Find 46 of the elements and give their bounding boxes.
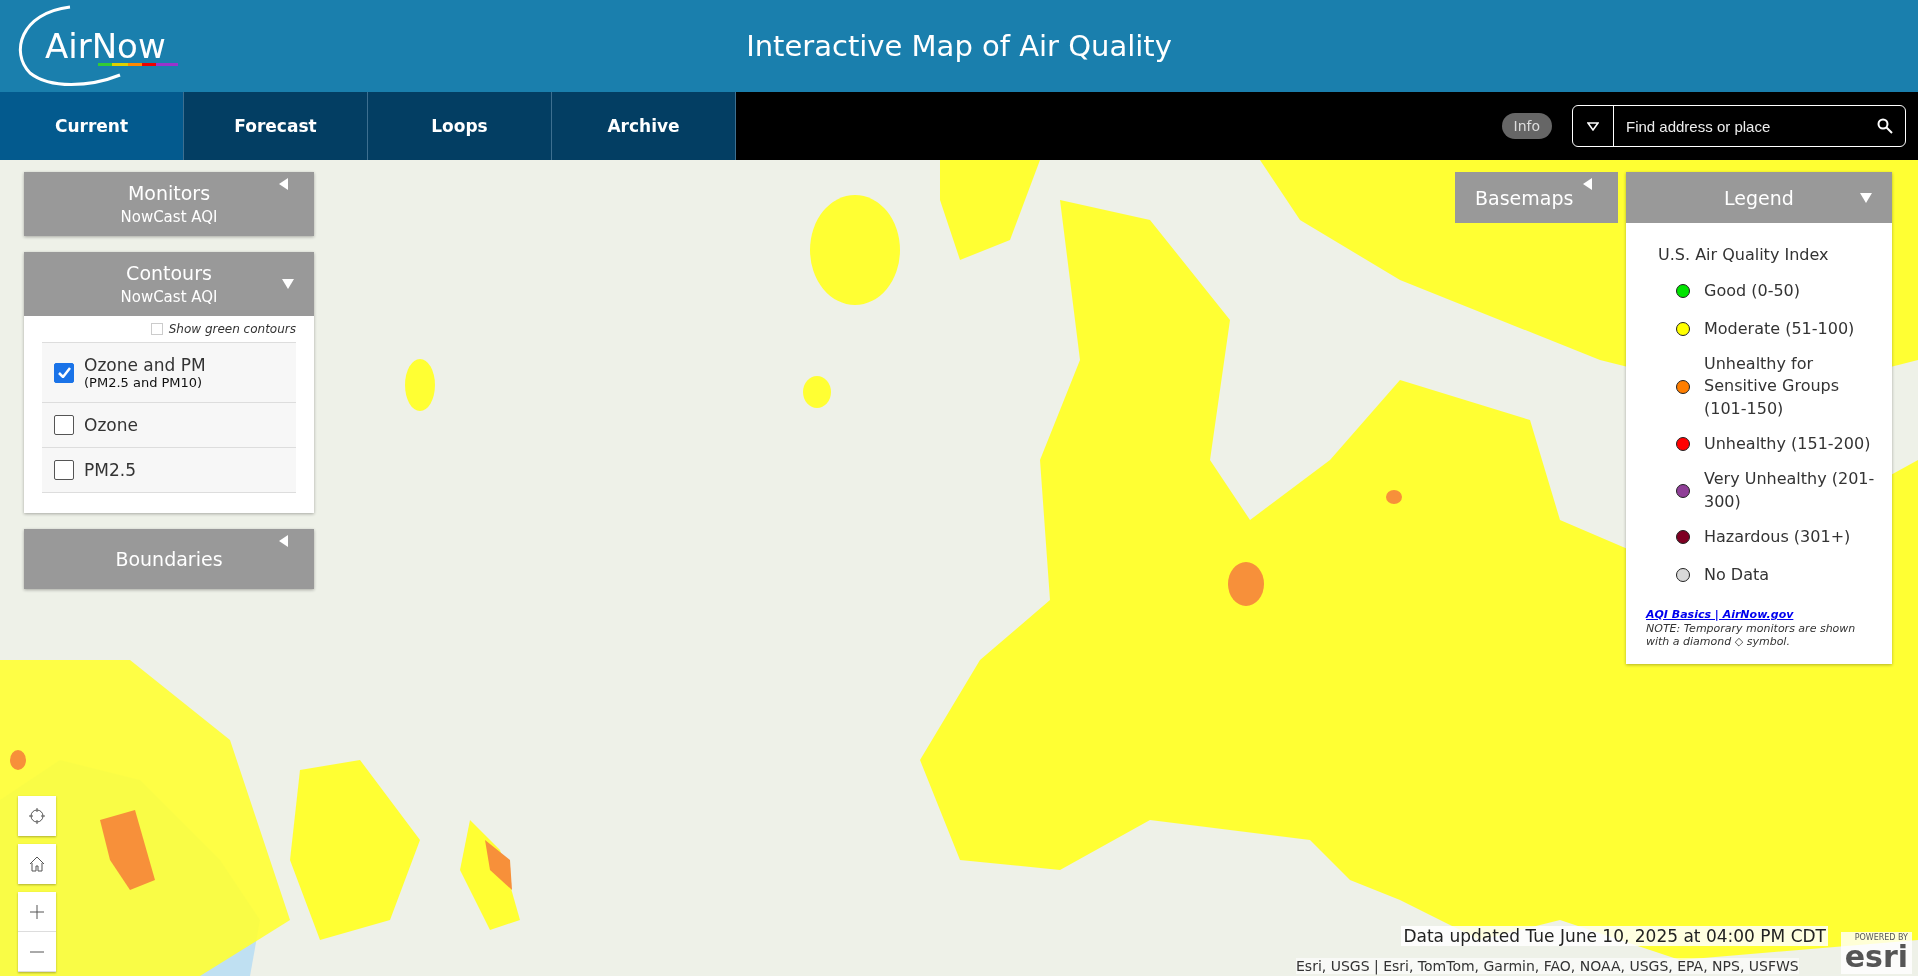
airnow-logo[interactable]: AirNow — [10, 3, 180, 89]
checkbox-label: Show green contours — [168, 322, 296, 336]
plus-icon — [29, 903, 45, 920]
legend-label: Good (0-50) — [1704, 279, 1800, 302]
page-title: Interactive Map of Air Quality — [746, 29, 1172, 63]
search-icon[interactable] — [1877, 118, 1893, 134]
checkmark-icon — [57, 367, 71, 378]
nav-tab[interactable]: Current — [0, 92, 184, 160]
basemaps-button[interactable]: Basemaps — [1455, 172, 1618, 223]
dropdown-caret-icon[interactable] — [1587, 121, 1599, 131]
search-field[interactable]: Find address or place — [1572, 105, 1906, 147]
checkbox[interactable] — [54, 415, 74, 435]
checkbox[interactable] — [54, 460, 74, 480]
aqi-basics-link[interactable]: AQI Basics | AirNow.gov — [1646, 607, 1794, 621]
search-input[interactable]: Find address or place — [1614, 116, 1877, 136]
checkbox[interactable] — [54, 362, 74, 383]
home-button[interactable] — [18, 844, 56, 884]
home-icon — [28, 855, 46, 873]
option-label: Ozone and PM — [84, 355, 206, 375]
legend-heading: U.S. Air Quality Index — [1658, 245, 1830, 264]
crosshair-icon — [28, 807, 46, 825]
panel-header[interactable]: Boundaries — [24, 529, 314, 589]
legend-header[interactable]: Legend — [1626, 172, 1892, 223]
nav-tab[interactable]: Archive — [552, 92, 736, 160]
minus-icon — [29, 949, 45, 954]
option-label: Ozone — [84, 415, 138, 435]
legend-label: No Data — [1704, 563, 1770, 586]
powered-by-caption: POWERED BY — [1854, 934, 1908, 942]
locate-button[interactable] — [18, 796, 56, 836]
info-button[interactable]: Info — [1501, 113, 1552, 139]
option-sublabel: (PM2.5 and PM10) — [84, 375, 204, 390]
esri-logo: esri — [1844, 942, 1908, 972]
panel-header[interactable]: Contours NowCast AQI — [24, 252, 314, 316]
legend-note: NOTE: Temporary monitors are shown with a diamond ◇ symbol. — [1646, 621, 1857, 648]
data-updated-text: Data updated Tue June 10, 2025 at 04:00 PM CDT — [1401, 926, 1828, 946]
legend-label: Hazardous (301+) — [1704, 525, 1851, 548]
zoom-in-button[interactable] — [18, 892, 56, 932]
panel-header[interactable]: Monitors NowCast AQI — [24, 172, 314, 236]
nav-tab[interactable]: Forecast — [184, 92, 368, 160]
nav-tab[interactable]: Loops — [368, 92, 552, 160]
legend-label: Moderate (51-100) — [1704, 317, 1855, 340]
legend-label: Unhealthy for Sensitive Groups (101-150) — [1704, 353, 1841, 420]
option-label: PM2.5 — [84, 460, 136, 480]
legend-label: Unhealthy (151-200) — [1704, 432, 1871, 455]
legend-label: Very Unhealthy (201-300) — [1704, 468, 1876, 513]
map-attribution: Esri, USGS | Esri, TomTom, Garmin, FAO, NOAA, USGS, EPA, NPS, USFWS — [1296, 958, 1799, 974]
